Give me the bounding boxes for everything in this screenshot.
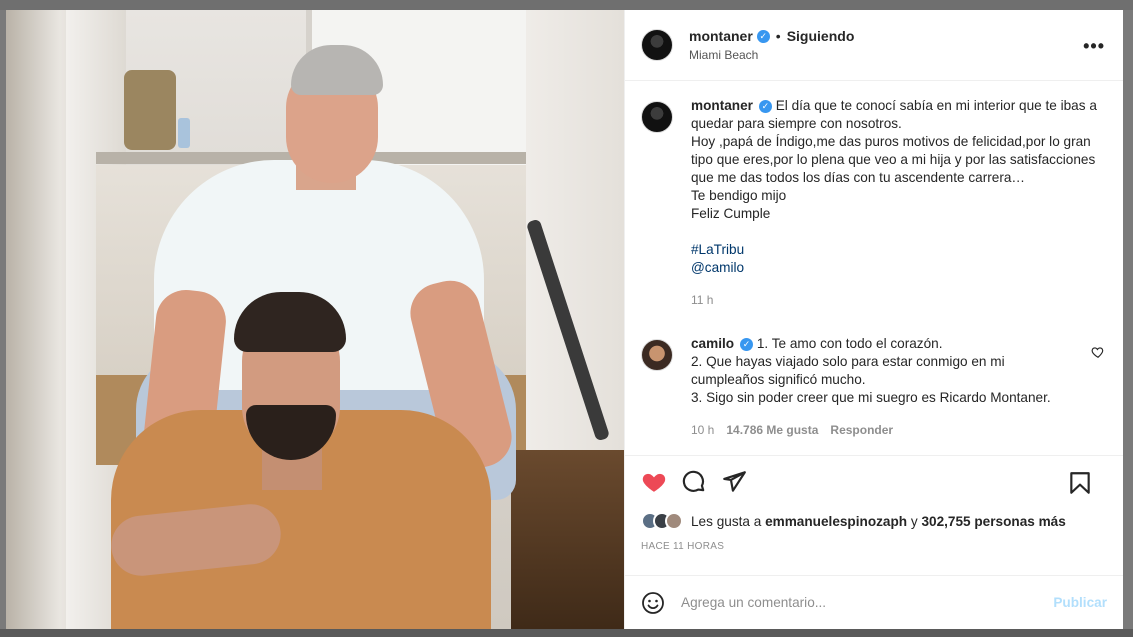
follow-status-button[interactable]: Siguiendo (787, 28, 855, 44)
comment-icon[interactable] (681, 469, 707, 495)
comment-time[interactable]: 10 h (691, 421, 714, 439)
action-bar (625, 455, 1123, 507)
author-info: montaner ✓ • Siguiendo Miami Beach (689, 28, 854, 62)
bookmark-icon[interactable] (1067, 470, 1093, 496)
likes-user[interactable]: emmanuelespinozaph (765, 514, 907, 529)
post-modal: montaner ✓ • Siguiendo Miami Beach ••• m… (6, 10, 1123, 629)
likes-prefix: Les gusta a (691, 513, 762, 529)
comment-like-heart-icon[interactable] (1091, 345, 1105, 359)
verified-badge-icon: ✓ (758, 99, 772, 113)
posted-time[interactable]: HACE 11 HORAS (625, 535, 1123, 575)
likes-count[interactable]: 302,755 personas más (921, 514, 1065, 529)
share-icon[interactable] (721, 469, 747, 495)
comment-item: camilo ✓ 1. Te amo con todo el corazón. … (641, 335, 1107, 439)
likes-connector: y (910, 513, 918, 529)
commenter-avatar[interactable] (641, 339, 673, 371)
caption-meta: 11 h (691, 291, 1101, 309)
publish-button[interactable]: Publicar (1053, 595, 1107, 610)
photo-bag (124, 70, 176, 150)
emoji-icon[interactable] (641, 591, 665, 615)
caption-avatar[interactable] (641, 101, 673, 133)
comment-input[interactable] (681, 595, 1054, 610)
post-header: montaner ✓ • Siguiendo Miami Beach ••• (625, 10, 1123, 81)
photo-door (511, 450, 624, 629)
comment-likes[interactable]: 14.786 Me gusta (726, 421, 818, 439)
separator-dot: • (775, 28, 781, 44)
likes-summary: Les gusta a emmanuelespinozaph y 302,755… (625, 507, 1123, 535)
reply-button[interactable]: Responder (830, 421, 893, 439)
photo-bottle (178, 118, 190, 148)
hashtag-link[interactable]: #LaTribu (691, 241, 1101, 259)
caption-username[interactable]: montaner (691, 97, 753, 115)
caption-time[interactable]: 11 h (691, 291, 713, 309)
caption-user: montaner ✓ (691, 97, 772, 115)
post-location[interactable]: Miami Beach (689, 48, 854, 62)
post-photo[interactable] (6, 10, 624, 629)
comments-list[interactable]: montaner ✓ El día que te conocí sabía en… (625, 81, 1123, 455)
author-avatar[interactable] (641, 29, 673, 61)
heart-icon[interactable] (641, 469, 667, 495)
comment-username[interactable]: camilo (691, 335, 734, 353)
liker-avatars[interactable] (641, 512, 683, 530)
backdrop-bottom (0, 629, 1133, 637)
author-username[interactable]: montaner (689, 28, 753, 44)
more-icon[interactable]: ••• (1083, 36, 1105, 57)
caption-text: El día que te conocí sabía en mi interio… (691, 98, 1097, 221)
caption-body: montaner ✓ El día que te conocí sabía en… (691, 97, 1101, 309)
liker-avatar (665, 512, 683, 530)
backdrop-top (0, 0, 1133, 10)
comment-meta: 10 h 14.786 Me gusta Responder (691, 421, 1081, 439)
post-side-panel: montaner ✓ • Siguiendo Miami Beach ••• m… (624, 10, 1123, 629)
verified-badge-icon: ✓ (756, 29, 770, 43)
comment-user: camilo ✓ (691, 335, 754, 353)
author-line: montaner ✓ • Siguiendo (689, 28, 854, 44)
caption-item: montaner ✓ El día que te conocí sabía en… (641, 97, 1107, 309)
add-comment-bar: Publicar (625, 575, 1123, 629)
verified-badge-icon: ✓ (740, 337, 754, 351)
comment-body: camilo ✓ 1. Te amo con todo el corazón. … (691, 335, 1081, 439)
mention-link[interactable]: @camilo (691, 259, 1101, 277)
